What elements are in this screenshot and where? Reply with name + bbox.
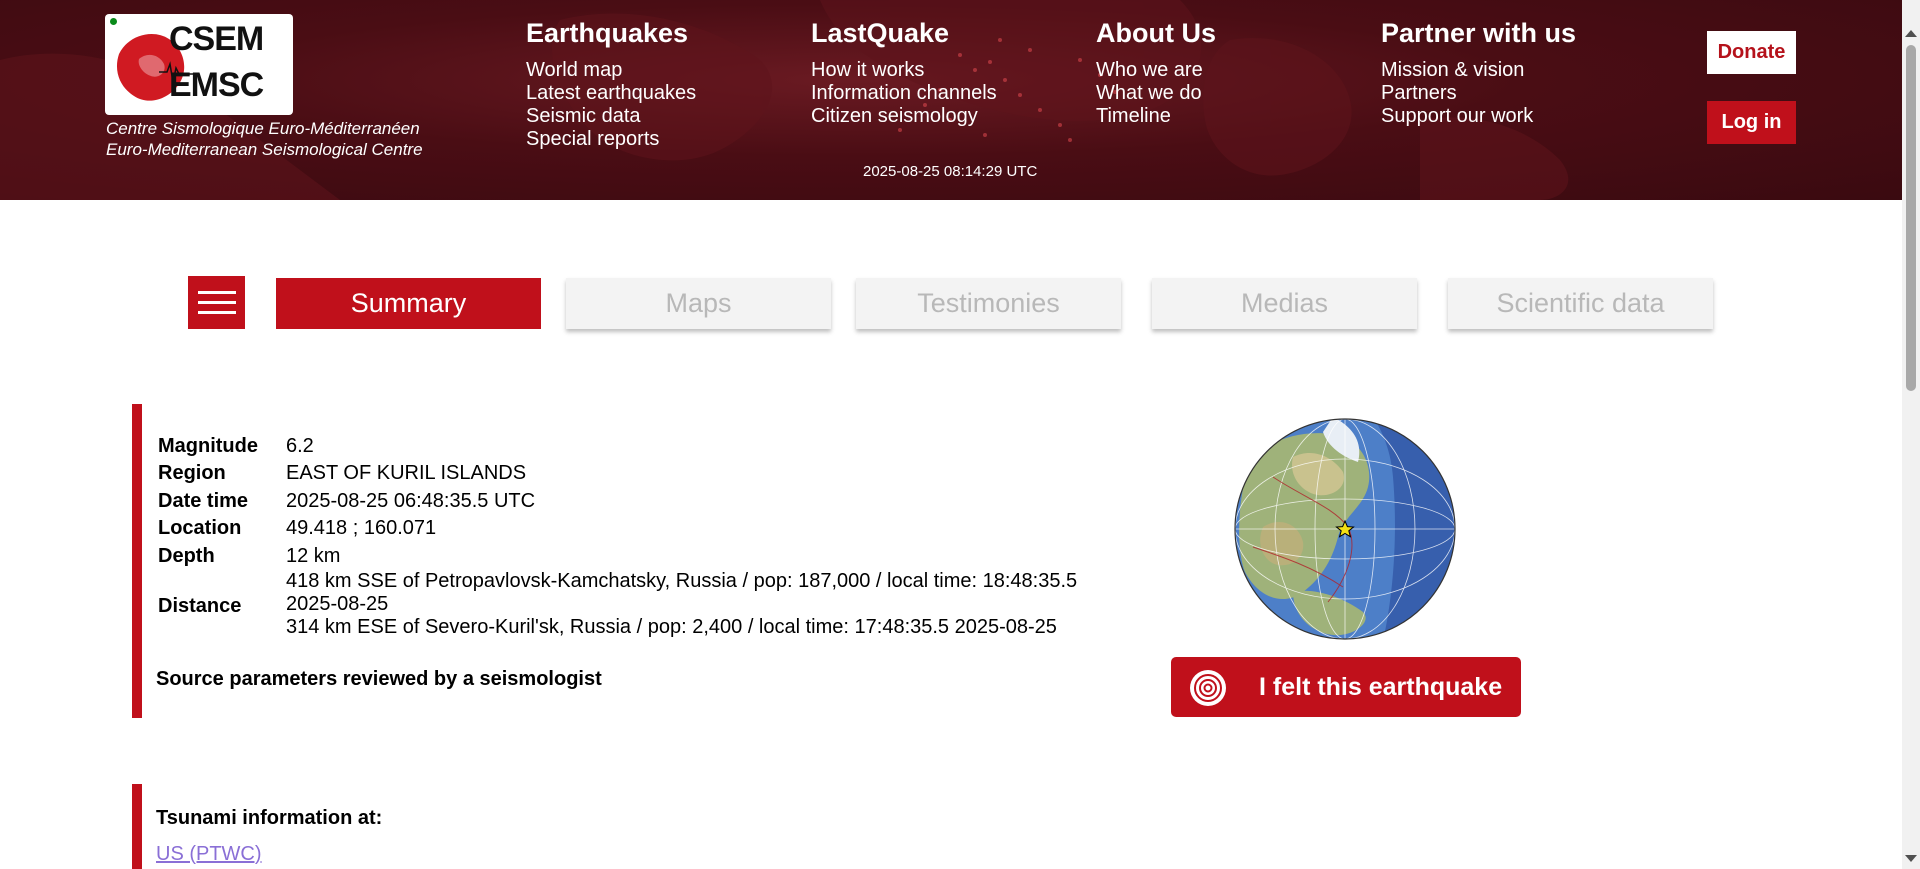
nav-lastquake: LastQuake How it works Information chann…	[811, 18, 997, 128]
donate-button[interactable]: Donate	[1707, 31, 1796, 74]
logo-subtitle-en: Euro-Mediterranean Seismological Centre	[106, 140, 423, 159]
summary-panel-accent	[132, 404, 142, 718]
region-label: Region	[158, 462, 226, 484]
scroll-up-arrow-icon[interactable]	[1905, 30, 1917, 37]
tab-summary[interactable]: Summary	[276, 278, 541, 329]
logo-text-emsc: EMSC	[169, 66, 264, 104]
target-rings-icon	[1190, 670, 1226, 706]
nav-item-latest-earthquakes[interactable]: Latest earthquakes	[526, 82, 696, 105]
distance-line-2: 2025-08-25	[286, 593, 389, 615]
nav-item-partners[interactable]: Partners	[1381, 82, 1576, 105]
location-value: 49.418 ; 160.071	[286, 517, 437, 539]
nav-item-support[interactable]: Support our work	[1381, 105, 1576, 128]
login-button[interactable]: Log in	[1707, 101, 1796, 144]
tab-medias[interactable]: Medias	[1152, 278, 1417, 329]
hamburger-menu-icon[interactable]	[188, 276, 245, 329]
nav-title-earthquakes[interactable]: Earthquakes	[526, 18, 696, 49]
depth-label: Depth	[158, 545, 215, 567]
tsunami-heading: Tsunami information at:	[156, 807, 383, 829]
felt-earthquake-button[interactable]: I felt this earthquake	[1171, 657, 1521, 717]
nav-item-seismic-data[interactable]: Seismic data	[526, 105, 696, 128]
region-value: EAST OF KURIL ISLANDS	[286, 462, 527, 484]
distance-label: Distance	[158, 595, 242, 617]
scrollbar-thumb[interactable]	[1906, 45, 1916, 391]
nav-item-who-we-are[interactable]: Who we are	[1096, 59, 1216, 82]
datetime-value: 2025-08-25 06:48:35.5 UTC	[286, 490, 536, 512]
logo-subtitle-fr: Centre Sismologique Euro-Méditerranéen	[106, 119, 420, 138]
nav-about-us: About Us Who we are What we do Timeline	[1096, 18, 1216, 128]
tsunami-panel-accent	[132, 784, 142, 869]
tab-scientific-data[interactable]: Scientific data	[1448, 278, 1713, 329]
nav-item-mission-vision[interactable]: Mission & vision	[1381, 59, 1576, 82]
logo-text-csem: CSEM	[169, 20, 264, 58]
nav-earthquakes: Earthquakes World map Latest earthquakes…	[526, 18, 696, 151]
nav-item-world-map[interactable]: World map	[526, 59, 696, 82]
utc-clock: 2025-08-25 08:14:29 UTC	[863, 163, 1038, 180]
datetime-label: Date time	[158, 490, 249, 512]
review-status: Source parameters reviewed by a seismolo…	[156, 668, 602, 690]
felt-button-label: I felt this earthquake	[1259, 673, 1503, 701]
nav-item-what-we-do[interactable]: What we do	[1096, 82, 1216, 105]
magnitude-label: Magnitude	[158, 435, 258, 457]
nav-title-lastquake[interactable]: LastQuake	[811, 18, 997, 49]
nav-item-citizen-seismology[interactable]: Citizen seismology	[811, 105, 997, 128]
csem-emsc-logo[interactable]: CSEM EMSC	[105, 14, 293, 115]
distance-line-1: 418 km SSE of Petropavlovsk-Kamchatsky, …	[286, 570, 1078, 592]
magnitude-value: 6.2	[286, 435, 314, 457]
site-header: CSEM EMSC Centre Sismologique Euro-Médit…	[0, 0, 1902, 200]
location-label: Location	[158, 517, 242, 539]
distance-line-3: 314 km ESE of Severo-Kuril'sk, Russia / …	[286, 616, 1057, 638]
nav-title-about-us[interactable]: About Us	[1096, 18, 1216, 49]
tab-maps[interactable]: Maps	[566, 278, 831, 329]
scroll-down-arrow-icon[interactable]	[1905, 855, 1917, 862]
tab-testimonies[interactable]: Testimonies	[856, 278, 1121, 329]
nav-partner: Partner with us Mission & vision Partner…	[1381, 18, 1576, 128]
epicenter-globe	[1234, 418, 1456, 640]
nav-item-timeline[interactable]: Timeline	[1096, 105, 1216, 128]
nav-item-special-reports[interactable]: Special reports	[526, 128, 696, 151]
nav-title-partner[interactable]: Partner with us	[1381, 18, 1576, 49]
depth-value: 12 km	[286, 545, 341, 567]
nav-item-how-it-works[interactable]: How it works	[811, 59, 997, 82]
tsunami-link-ptwc[interactable]: US (PTWC)	[156, 843, 262, 866]
nav-item-information-channels[interactable]: Information channels	[811, 82, 997, 105]
